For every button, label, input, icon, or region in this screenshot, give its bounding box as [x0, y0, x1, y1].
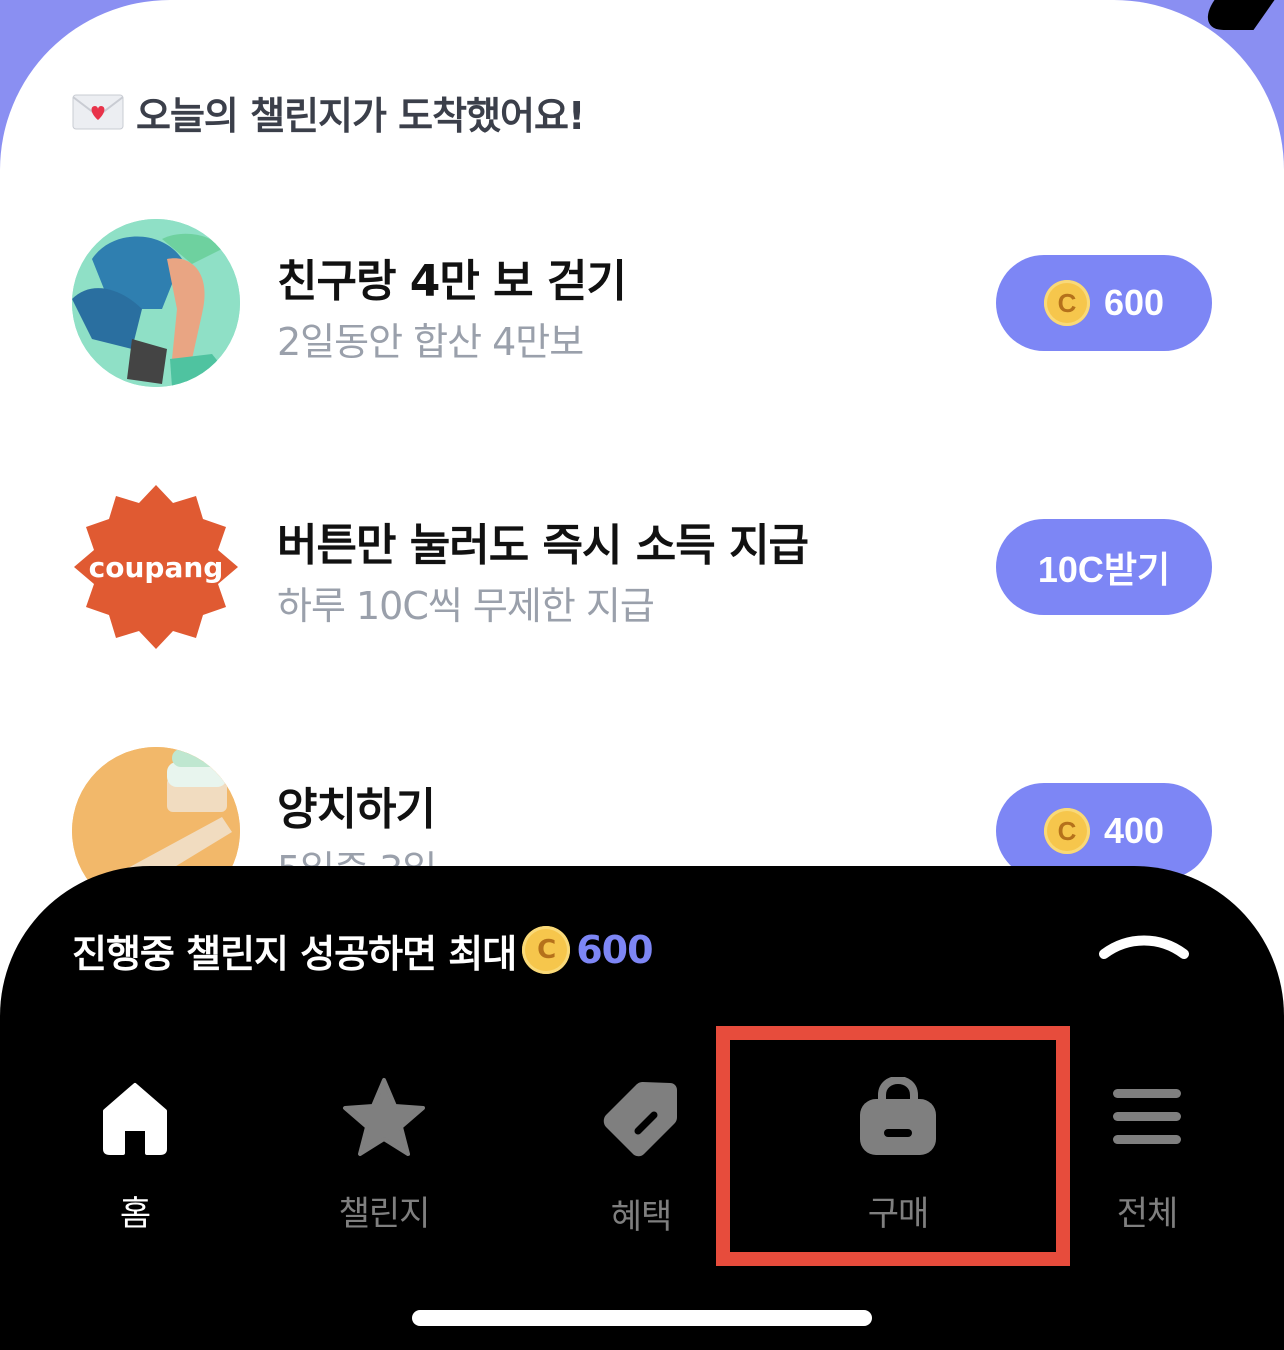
reward-amount: 600: [1103, 282, 1165, 323]
nav-label: 혜택: [610, 1197, 673, 1237]
walking-legs-illustration: [72, 219, 240, 387]
claim-label: 10C받기: [1037, 549, 1171, 590]
challenge-subtitle: 2일동안 합산 4만보: [277, 320, 584, 364]
reward-button[interactable]: C 400: [996, 783, 1212, 879]
challenge-title: 양치하기: [277, 784, 436, 835]
claim-button[interactable]: 10C받기: [996, 519, 1212, 615]
challenge-item-walk[interactable]: 친구랑 4만 보 걷기 2일동안 합산 4만보 C 600: [72, 219, 1212, 387]
coin-icon: C: [1043, 280, 1090, 326]
coin-icon: C: [522, 926, 571, 974]
svg-text:coupang: coupang: [89, 551, 224, 584]
nav-label: 홈: [119, 1194, 151, 1234]
coupang-logo: coupang: [72, 483, 240, 651]
coin-icon: C: [1043, 808, 1090, 854]
chevron-up-icon[interactable]: [1098, 928, 1190, 962]
highlight-box: [716, 1026, 1070, 1266]
page-title: 오늘의 챌린지가 도착했어요!: [136, 93, 585, 138]
reward-amount: 400: [1103, 810, 1165, 851]
menu-icon: [1102, 1075, 1192, 1158]
home-indicator[interactable]: [412, 1310, 872, 1326]
home-icon: [90, 1075, 180, 1158]
challenge-subtitle: 하루 10C씩 무제한 지급: [277, 584, 655, 628]
header: 오늘의 챌린지가 도착했어요!: [72, 84, 585, 140]
max-reward-amount: 600: [576, 928, 653, 972]
love-letter-icon: [72, 94, 124, 130]
nav-label: 전체: [1116, 1194, 1179, 1234]
bottom-nav: 홈 챌린지 혜택 구매 전체: [0, 1075, 1284, 1237]
tag-icon: [596, 1075, 686, 1161]
sheet-title-text: 진행중 챌린지 성공하면 최대: [72, 931, 517, 976]
sheet-title: 진행중 챌린지 성공하면 최대 C 600: [72, 926, 654, 976]
nav-label: 챌린지: [338, 1194, 431, 1234]
nav-item-challenge[interactable]: 챌린지: [284, 1075, 484, 1235]
reward-button[interactable]: C 600: [996, 255, 1212, 351]
challenge-item-coupang[interactable]: coupang 버튼만 눌러도 즉시 소득 지급 하루 10C씩 무제한 지급 …: [72, 483, 1212, 651]
nav-item-benefit[interactable]: 혜택: [541, 1075, 741, 1237]
challenge-title: 친구랑 4만 보 걷기: [277, 256, 627, 307]
star-icon: [339, 1075, 429, 1158]
nav-item-all[interactable]: 전체: [1047, 1075, 1247, 1235]
nav-item-home[interactable]: 홈: [35, 1075, 235, 1235]
challenge-title: 버튼만 눌러도 즉시 소득 지급: [277, 520, 809, 571]
